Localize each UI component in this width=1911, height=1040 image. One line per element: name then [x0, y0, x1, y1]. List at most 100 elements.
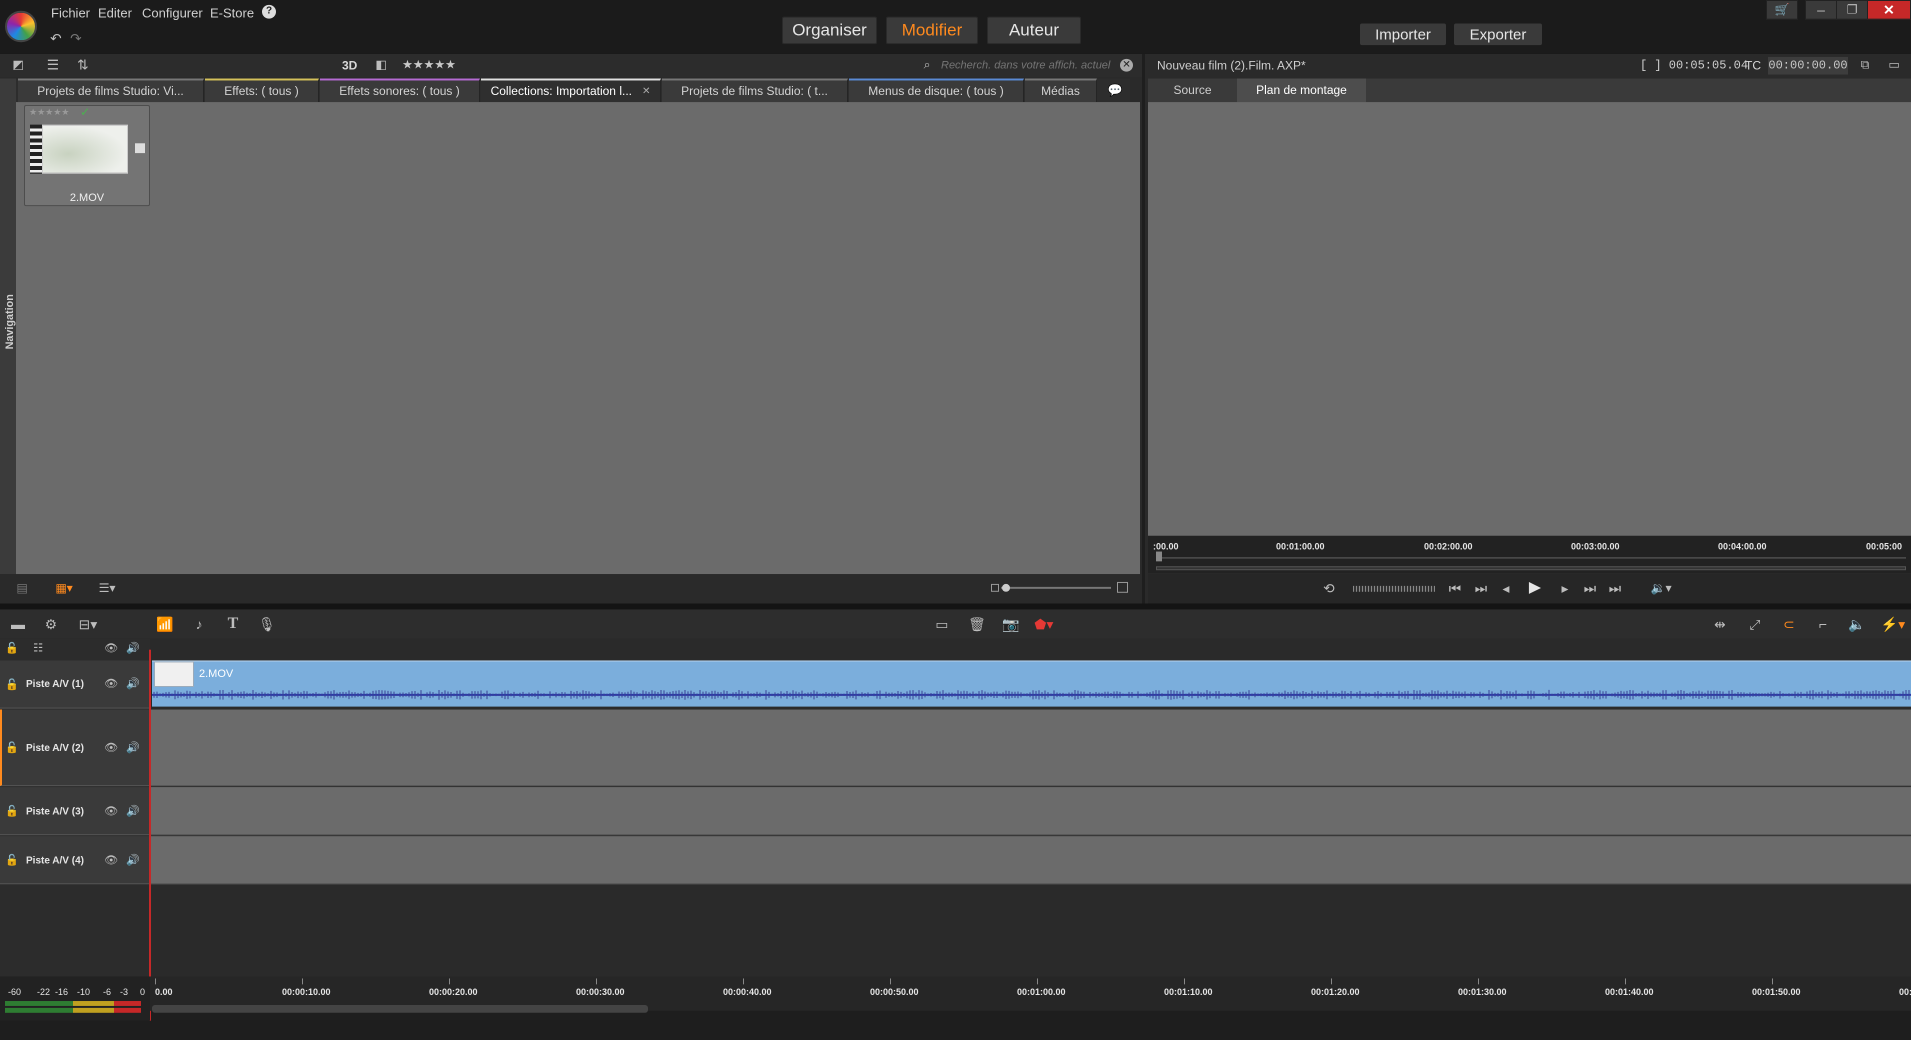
app-logo-icon[interactable]: [5, 10, 37, 43]
ripple-icon[interactable]: ⤢: [1745, 615, 1765, 633]
shuttle-slider[interactable]: [1353, 585, 1435, 592]
layers-icon[interactable]: ▤: [14, 581, 30, 595]
next-icon[interactable]: ⏭: [1581, 579, 1599, 597]
storyboard-icon[interactable]: ☷: [28, 642, 48, 656]
filter-icon[interactable]: ◧: [373, 58, 389, 72]
loop-icon[interactable]: ⟲: [1318, 579, 1340, 597]
help-icon[interactable]: ?: [262, 4, 276, 19]
detach-icon[interactable]: ⧉: [1856, 57, 1874, 73]
timecode-field[interactable]: 00:00:00.00: [1768, 56, 1848, 75]
menu-fichier[interactable]: Fichier: [51, 6, 90, 21]
search-icon[interactable]: ⌕: [917, 57, 937, 73]
tab-plan-de-montage[interactable]: Plan de montage: [1237, 78, 1366, 103]
speaker-icon[interactable]: 🔊: [125, 677, 141, 691]
audio-scrub-icon[interactable]: 🔈: [1847, 615, 1867, 633]
speaker-icon[interactable]: 🔊: [125, 805, 141, 819]
tab-effets[interactable]: Effets: ( tous ): [205, 78, 319, 103]
go-to-end-icon[interactable]: ⏭: [1606, 579, 1624, 597]
timeline-scrollbar[interactable]: [152, 1004, 648, 1013]
snapshot-icon[interactable]: 📷: [1001, 615, 1021, 633]
player-scrubber[interactable]: [1156, 566, 1906, 571]
item-rating[interactable]: ★★★★★: [29, 107, 69, 118]
zoom-slider-thumb[interactable]: [1002, 583, 1010, 592]
lock-icon[interactable]: 🔓: [5, 741, 19, 755]
menu-estore[interactable]: E-Store: [210, 6, 254, 21]
mode-modifier-button[interactable]: Modifier: [886, 16, 978, 45]
audio-mixer-icon[interactable]: 📶: [155, 615, 175, 633]
rating-filter[interactable]: ★★★★★: [402, 58, 456, 72]
timeline-settings-icon[interactable]: ▬: [8, 615, 28, 633]
redo-icon[interactable]: ↷: [68, 30, 84, 46]
eye-icon[interactable]: 👁: [103, 677, 119, 691]
track-options-icon[interactable]: ⊟▾: [74, 615, 102, 633]
trim-icon[interactable]: ⇹: [1710, 615, 1730, 633]
ruler-tick: 00:05:00: [1866, 541, 1903, 552]
ruler-tick: :00.00: [1153, 541, 1179, 552]
chat-icon[interactable]: 💬: [1104, 81, 1126, 99]
import-button[interactable]: Importer: [1360, 23, 1446, 46]
undo-icon[interactable]: ↶: [48, 30, 64, 46]
delete-icon[interactable]: 🗑: [968, 615, 986, 633]
lock-icon[interactable]: 🔓: [5, 678, 19, 692]
3d-filter-button[interactable]: 3D: [342, 59, 357, 73]
media-item[interactable]: ★★★★★ ✓ 2.MOV: [24, 105, 150, 207]
speaker-icon[interactable]: 🔊: [125, 854, 141, 868]
volume-icon[interactable]: 🔉▾: [1646, 579, 1676, 597]
menu-editer[interactable]: Editer: [98, 6, 132, 21]
player-playhead[interactable]: [1156, 551, 1162, 562]
grid-view-icon[interactable]: ▦▾: [50, 581, 78, 595]
restore-icon[interactable]: ❐: [1836, 0, 1868, 20]
edit-mode-icon[interactable]: ⚡▾: [1880, 615, 1906, 633]
list-view-icon[interactable]: ☰: [43, 57, 63, 73]
magnet-icon[interactable]: ⊂: [1779, 615, 1799, 633]
tab-projets-films-1[interactable]: Projets de films Studio: Vi...: [18, 78, 204, 103]
marker-icon[interactable]: ⬟▾: [1030, 615, 1058, 633]
minimize-icon[interactable]: –: [1805, 0, 1837, 20]
fullscreen-icon[interactable]: ▭: [1884, 57, 1904, 73]
track-lane-4[interactable]: [150, 836, 1911, 885]
step-forward-icon[interactable]: ▸: [1556, 579, 1574, 597]
play-icon[interactable]: ▶: [1525, 578, 1545, 598]
details-view-icon[interactable]: ☰▾: [92, 581, 122, 595]
menu-configurer[interactable]: Configurer: [142, 6, 203, 21]
tab-collections[interactable]: Collections: Importation l... ✕: [481, 78, 661, 103]
timeline-playhead[interactable]: [149, 649, 151, 1021]
close-icon[interactable]: ✕: [1867, 0, 1911, 20]
zoom-slider-track[interactable]: [1001, 586, 1111, 589]
lock-icon[interactable]: 🔓: [5, 854, 19, 868]
tab-menus-disque[interactable]: Menus de disque: ( tous ): [849, 78, 1024, 103]
cart-icon[interactable]: 🛒: [1766, 0, 1798, 20]
export-button[interactable]: Exporter: [1454, 23, 1542, 46]
split-icon[interactable]: ⌐: [1813, 615, 1833, 633]
close-tab-icon[interactable]: ✕: [642, 86, 650, 97]
speaker-icon[interactable]: 🔊: [125, 741, 141, 755]
tab-projets-films-2[interactable]: Projets de films Studio: ( t...: [662, 78, 848, 103]
step-back-icon[interactable]: ◂: [1497, 579, 1515, 597]
tab-effets-sonores[interactable]: Effets sonores: ( tous ): [320, 78, 480, 103]
microphone-icon[interactable]: 🎙: [258, 615, 276, 633]
razor-icon[interactable]: ▭: [932, 615, 952, 633]
mode-organiser-button[interactable]: Organiser: [782, 16, 877, 45]
music-icon[interactable]: ♪: [190, 615, 208, 633]
tab-source[interactable]: Source: [1150, 79, 1235, 103]
tab-medias[interactable]: Médias: [1025, 78, 1097, 103]
sort-icon[interactable]: ⇅: [73, 57, 93, 73]
lock-icon[interactable]: 🔓: [5, 805, 19, 819]
track-lane-3[interactable]: [150, 787, 1911, 836]
eye-icon[interactable]: 👁: [103, 805, 119, 819]
search-input[interactable]: [941, 56, 1116, 75]
track-lane-2[interactable]: [150, 709, 1911, 787]
clear-search-icon[interactable]: ✕: [1120, 58, 1133, 72]
lock-icon[interactable]: 🔓: [5, 642, 19, 656]
previous-icon[interactable]: ⏭: [1472, 579, 1490, 597]
tag-icon[interactable]: ◩: [10, 57, 26, 73]
go-to-start-icon[interactable]: ⏮: [1446, 579, 1464, 597]
visibility-all-icon[interactable]: 👁: [103, 642, 119, 656]
gear-icon[interactable]: ⚙: [42, 615, 60, 633]
vu-label: -3: [120, 987, 129, 998]
audio-all-icon[interactable]: 🔊: [125, 642, 141, 656]
mode-auteur-button[interactable]: Auteur: [987, 16, 1081, 45]
eye-icon[interactable]: 👁: [103, 854, 119, 868]
eye-icon[interactable]: 👁: [103, 741, 119, 755]
title-tool-icon[interactable]: T: [223, 615, 243, 633]
